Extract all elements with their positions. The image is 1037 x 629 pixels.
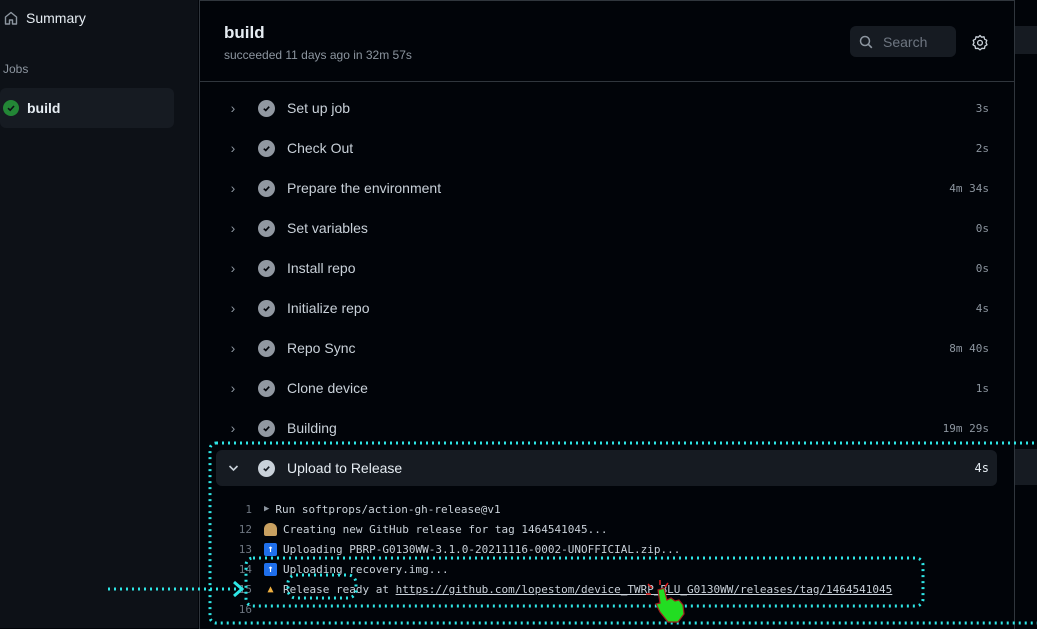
step-initialize-repo[interactable]: › Initialize repo 4s	[216, 288, 997, 328]
gear-icon[interactable]	[971, 34, 989, 52]
step-duration: 2s	[975, 141, 989, 155]
chevron-right-icon: ›	[230, 420, 236, 436]
step-clone-device[interactable]: › Clone device 1s	[216, 368, 997, 408]
release-link[interactable]: https://github.com/lopestom/device_TWRP_…	[396, 583, 893, 596]
step-name: Set up job	[287, 100, 351, 116]
right-panel-bar	[1015, 26, 1037, 54]
log-line[interactable]: 1 ▶ Run softprops/action-gh-release@v1	[216, 499, 997, 519]
step-duration: 0s	[975, 261, 989, 275]
log-text: Run softprops/action-gh-release@v1	[275, 502, 501, 516]
log-text: Release ready at	[283, 582, 396, 596]
chevron-right-icon: ›	[230, 140, 236, 156]
step-success-icon	[258, 259, 275, 277]
step-install-repo[interactable]: › Install repo 0s	[216, 248, 997, 288]
step-success-icon	[258, 179, 275, 197]
log-line: 16	[216, 599, 997, 619]
step-name: Prepare the environment	[287, 180, 442, 196]
job-header: build succeeded 11 days ago in 32m 57s S…	[200, 1, 1014, 82]
step-name: Clone device	[287, 380, 368, 396]
log-text: Creating new GitHub release for tag 1464…	[283, 522, 608, 536]
job-log-panel: build succeeded 11 days ago in 32m 57s S…	[199, 0, 1015, 629]
chevron-down-icon	[226, 464, 240, 472]
line-number[interactable]: 16	[216, 603, 264, 616]
step-name: Check Out	[287, 140, 354, 156]
chevron-right-icon: ›	[230, 180, 236, 196]
steps-list: › Set up job 3s › Check Out 2s › Prepare…	[216, 88, 997, 486]
step-success-icon	[258, 99, 275, 117]
line-number[interactable]: 12	[216, 523, 264, 536]
party-popper-icon: ▲	[267, 583, 274, 595]
line-number[interactable]: 14	[216, 563, 264, 576]
step-prepare-environment[interactable]: › Prepare the environment 4m 34s	[216, 168, 997, 208]
step-success-icon	[258, 459, 275, 477]
step-duration: 19m 29s	[942, 421, 989, 435]
home-icon	[4, 11, 18, 25]
step-duration: 4s	[974, 461, 989, 475]
step-name: Install repo	[287, 260, 356, 276]
step-set-up-job[interactable]: › Set up job 3s	[216, 88, 997, 128]
step-success-icon	[258, 219, 275, 237]
chevron-right-icon: ›	[230, 260, 236, 276]
step-duration: 4m 34s	[949, 181, 989, 195]
up-arrow-icon: ↑	[264, 562, 277, 576]
step-duration: 0s	[975, 221, 989, 235]
step-success-icon	[258, 299, 275, 317]
jobs-heading: Jobs	[3, 62, 29, 76]
expand-triangle-icon[interactable]: ▶	[264, 504, 269, 514]
log-line: 13 ↑ Uploading PBRP-G0130WW-3.1.0-2021111…	[216, 539, 997, 559]
log-line: 14 ↑ Uploading recovery.img...	[216, 559, 997, 579]
job-title: build	[224, 23, 265, 42]
step-success-icon	[258, 339, 275, 357]
step-success-icon	[258, 139, 275, 157]
sidebar: Summary Jobs build	[0, 0, 198, 628]
step-duration: 8m 40s	[949, 341, 989, 355]
step-duration: 1s	[975, 381, 989, 395]
step-name: Building	[287, 420, 337, 436]
step-name: Initialize repo	[287, 300, 370, 316]
chevron-right-icon: ›	[230, 100, 236, 116]
sidebar-summary-link[interactable]: Summary	[3, 10, 86, 26]
log-line: 12 Creating new GitHub release for tag 1…	[216, 519, 997, 539]
log-text: Uploading recovery.img...	[283, 562, 449, 576]
right-panel-edge	[1015, 0, 1037, 628]
search-logs-input[interactable]: Search	[850, 26, 956, 57]
sidebar-job-build[interactable]: build	[0, 88, 174, 128]
step-name: Upload to Release	[287, 460, 403, 476]
step-repo-sync[interactable]: › Repo Sync 8m 40s	[216, 328, 997, 368]
sidebar-job-label: build	[27, 100, 61, 116]
log-text: Uploading PBRP-G0130WW-3.1.0-20211116-00…	[283, 542, 681, 556]
step-name: Set variables	[287, 220, 368, 236]
up-arrow-icon: ↑	[264, 542, 277, 556]
chevron-right-icon: ›	[230, 340, 236, 356]
search-icon	[859, 35, 873, 48]
step-upload-to-release[interactable]: Upload to Release 4s	[216, 450, 997, 486]
job-status-text: succeeded 11 days ago in 32m 57s	[224, 48, 412, 62]
sidebar-summary-label: Summary	[26, 10, 86, 26]
step-name: Repo Sync	[287, 340, 356, 356]
step-duration: 4s	[975, 301, 989, 315]
chevron-right-icon: ›	[230, 380, 236, 396]
step-set-variables[interactable]: › Set variables 0s	[216, 208, 997, 248]
search-placeholder: Search	[883, 33, 928, 50]
log-line: 15 ▲ Release ready at https://github.com/…	[216, 579, 997, 599]
chevron-right-icon: ›	[230, 300, 236, 316]
step-check-out[interactable]: › Check Out 2s	[216, 128, 997, 168]
step-duration: 3s	[975, 101, 989, 115]
step-building[interactable]: › Building 19m 29s	[216, 408, 997, 448]
person-emoji-icon	[264, 522, 277, 536]
success-check-icon	[3, 100, 19, 116]
step-log-output: 1 ▶ Run softprops/action-gh-release@v1 12…	[216, 499, 997, 619]
right-panel-bar	[1015, 449, 1037, 485]
chevron-right-icon: ›	[230, 220, 236, 236]
line-number[interactable]: 15	[216, 583, 264, 596]
line-number[interactable]: 1	[216, 503, 264, 516]
step-success-icon	[258, 419, 275, 437]
line-number[interactable]: 13	[216, 543, 264, 556]
step-success-icon	[258, 379, 275, 397]
